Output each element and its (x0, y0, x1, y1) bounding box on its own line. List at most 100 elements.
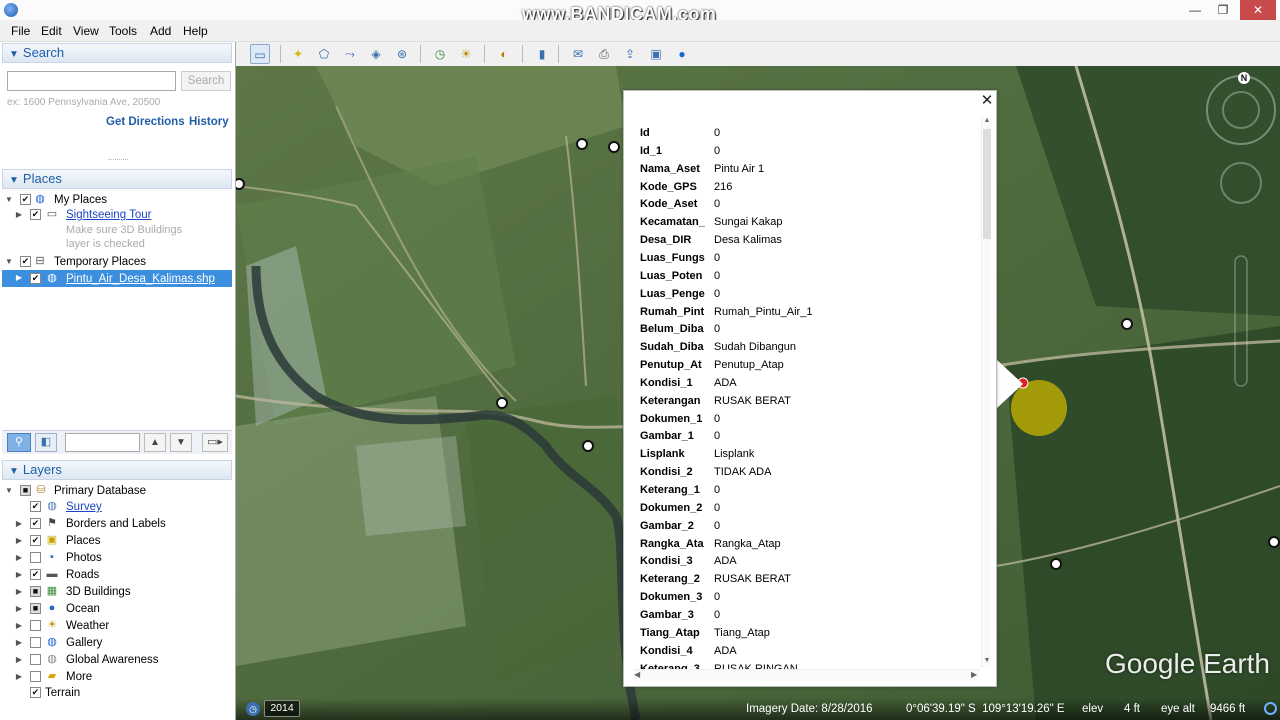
layers-panel-header[interactable]: ▼ Layers (2, 460, 232, 480)
add-path-icon[interactable]: ⤳ (340, 44, 360, 64)
menu-file[interactable]: File (11, 24, 30, 38)
expand-arrow-icon[interactable]: ▶ (14, 536, 24, 545)
expand-arrow-icon[interactable]: ▶ (14, 553, 24, 562)
scrollbar-thumb[interactable] (983, 129, 991, 239)
places-item-shapefile[interactable]: Pintu_Air_Desa_Kalimas.shp (66, 271, 215, 287)
places-item-sightseeing-tour[interactable]: Sightseeing Tour (66, 207, 151, 223)
expand-arrow-icon[interactable]: ▶ (14, 587, 24, 596)
layer-weather[interactable]: Weather (66, 618, 109, 634)
close-window-button[interactable]: ✕ (1240, 0, 1276, 20)
survey-checkbox[interactable]: ✔ (30, 501, 41, 512)
borders-checkbox[interactable]: ✔ (30, 518, 41, 529)
3d-buildings-checkbox[interactable]: ■ (30, 586, 41, 597)
places-item-temporary-places[interactable]: Temporary Places (54, 254, 146, 270)
my-places-checkbox[interactable]: ✔ (20, 194, 31, 205)
menu-help[interactable]: Help (183, 24, 208, 38)
ruler-icon[interactable]: ▮ (532, 44, 552, 64)
layer-3d-buildings[interactable]: 3D Buildings (66, 584, 131, 600)
scroll-right-icon[interactable]: ▶ (971, 670, 977, 679)
folder-options-icon[interactable]: ▭▸ (202, 433, 228, 452)
print-icon[interactable]: ⎙ (594, 44, 614, 64)
primary-database-checkbox[interactable]: ■ (20, 485, 31, 496)
expand-arrow-icon[interactable]: ▶ (14, 638, 24, 647)
global-awareness-checkbox[interactable] (30, 654, 41, 665)
close-balloon-icon[interactable]: ✕ (979, 93, 995, 109)
view-in-maps-icon[interactable]: ▣ (646, 44, 666, 64)
expand-arrow-icon[interactable]: ▼ (4, 195, 14, 204)
maximize-button[interactable]: ❐ (1208, 0, 1238, 20)
layer-borders-labels[interactable]: Borders and Labels (66, 516, 166, 532)
sunlight-icon[interactable]: ☀ (456, 44, 476, 64)
layer-photos[interactable]: Photos (66, 550, 102, 566)
history-link[interactable]: History (189, 116, 229, 128)
menu-view[interactable]: View (73, 24, 99, 38)
layer-roads[interactable]: Roads (66, 567, 99, 583)
places-filter-input[interactable] (65, 433, 140, 452)
attribute-row: Dokumen_3 0 (640, 588, 970, 606)
temporary-places-checkbox[interactable]: ✔ (20, 256, 31, 267)
more-checkbox[interactable] (30, 671, 41, 682)
shp-layer-checkbox[interactable]: ✔ (30, 273, 41, 284)
expand-arrow-icon[interactable]: ▶ (14, 570, 24, 579)
expand-arrow-icon[interactable]: ▼ (4, 486, 14, 495)
photos-checkbox[interactable] (30, 552, 41, 563)
get-directions-link[interactable]: Get Directions (106, 116, 185, 128)
layer-terrain[interactable]: Terrain (45, 685, 80, 701)
menu-tools[interactable]: Tools (109, 24, 137, 38)
expand-arrow-icon[interactable]: ▶ (14, 672, 24, 681)
minimize-button[interactable]: — (1180, 0, 1210, 20)
add-polygon-icon[interactable]: ⬠ (314, 44, 334, 64)
email-icon[interactable]: ✉ (568, 44, 588, 64)
menu-edit[interactable]: Edit (41, 24, 62, 38)
places-layer-checkbox[interactable]: ✔ (30, 535, 41, 546)
menu-add[interactable]: Add (150, 24, 171, 38)
horizontal-scrollbar[interactable]: ◀ ▶ (634, 669, 979, 681)
record-tour-icon[interactable]: ⊛ (392, 44, 412, 64)
historical-clock-icon[interactable]: ◷ (246, 702, 260, 716)
ocean-checkbox[interactable]: ■ (30, 603, 41, 614)
move-down-icon[interactable]: ▼ (170, 433, 192, 452)
compass-north-icon[interactable]: N (1238, 72, 1250, 84)
sightseeing-checkbox[interactable]: ✔ (30, 209, 41, 220)
layer-survey[interactable]: Survey (66, 499, 102, 515)
layer-global-awareness[interactable]: Global Awareness (66, 652, 158, 668)
imagery-year-badge[interactable]: 2014 (264, 700, 300, 717)
scroll-up-icon[interactable]: ▲ (982, 117, 992, 127)
layer-ocean[interactable]: Ocean (66, 601, 100, 617)
expand-arrow-icon[interactable]: ▶ (14, 273, 24, 282)
expand-arrow-icon[interactable]: ▶ (14, 210, 24, 219)
historical-imagery-icon[interactable]: ◷ (430, 44, 450, 64)
terrain-checkbox[interactable]: ✔ (30, 687, 41, 698)
earth-gallery-icon[interactable]: ● (672, 44, 692, 64)
image-overlay-icon[interactable]: ◈ (366, 44, 386, 64)
save-image-icon[interactable]: ⇪ (620, 44, 640, 64)
vertical-scrollbar[interactable]: ▲ ▼ (981, 117, 991, 667)
expand-arrow-icon[interactable]: ▶ (14, 519, 24, 528)
move-up-icon[interactable]: ▲ (144, 433, 166, 452)
layer-gallery[interactable]: Gallery (66, 635, 102, 651)
expand-arrow-icon[interactable]: ▼ (4, 257, 14, 266)
gallery-checkbox[interactable] (30, 637, 41, 648)
expand-arrow-icon[interactable]: ▶ (14, 621, 24, 630)
sidebar-toggle-icon[interactable]: ▭ (250, 44, 270, 64)
expand-arrow-icon[interactable]: ▶ (14, 655, 24, 664)
search-input[interactable] (7, 71, 176, 91)
scroll-left-icon[interactable]: ◀ (634, 670, 640, 679)
gallery-globe-icon: ◍ (47, 636, 57, 648)
roads-checkbox[interactable]: ✔ (30, 569, 41, 580)
scroll-down-icon[interactable]: ▼ (982, 657, 992, 667)
layer-more[interactable]: More (66, 669, 92, 685)
expand-arrow-icon[interactable]: ▶ (14, 604, 24, 613)
places-panel-header[interactable]: ▼ Places (2, 169, 232, 189)
add-placemark-icon[interactable]: ✦ (288, 44, 308, 64)
resize-grip[interactable] (108, 159, 128, 163)
layer-places[interactable]: Places (66, 533, 101, 549)
weather-checkbox[interactable] (30, 620, 41, 631)
switch-to-sky-icon[interactable]: ◐ (494, 44, 514, 64)
places-item-my-places[interactable]: My Places (54, 192, 107, 208)
panel-view-icon[interactable]: ◧ (35, 433, 57, 452)
search-places-icon[interactable]: ⚲ (7, 433, 31, 452)
search-panel-header[interactable]: ▼ Search (2, 43, 232, 63)
layer-primary-database[interactable]: Primary Database (54, 483, 146, 499)
search-button[interactable]: Search (181, 71, 231, 91)
